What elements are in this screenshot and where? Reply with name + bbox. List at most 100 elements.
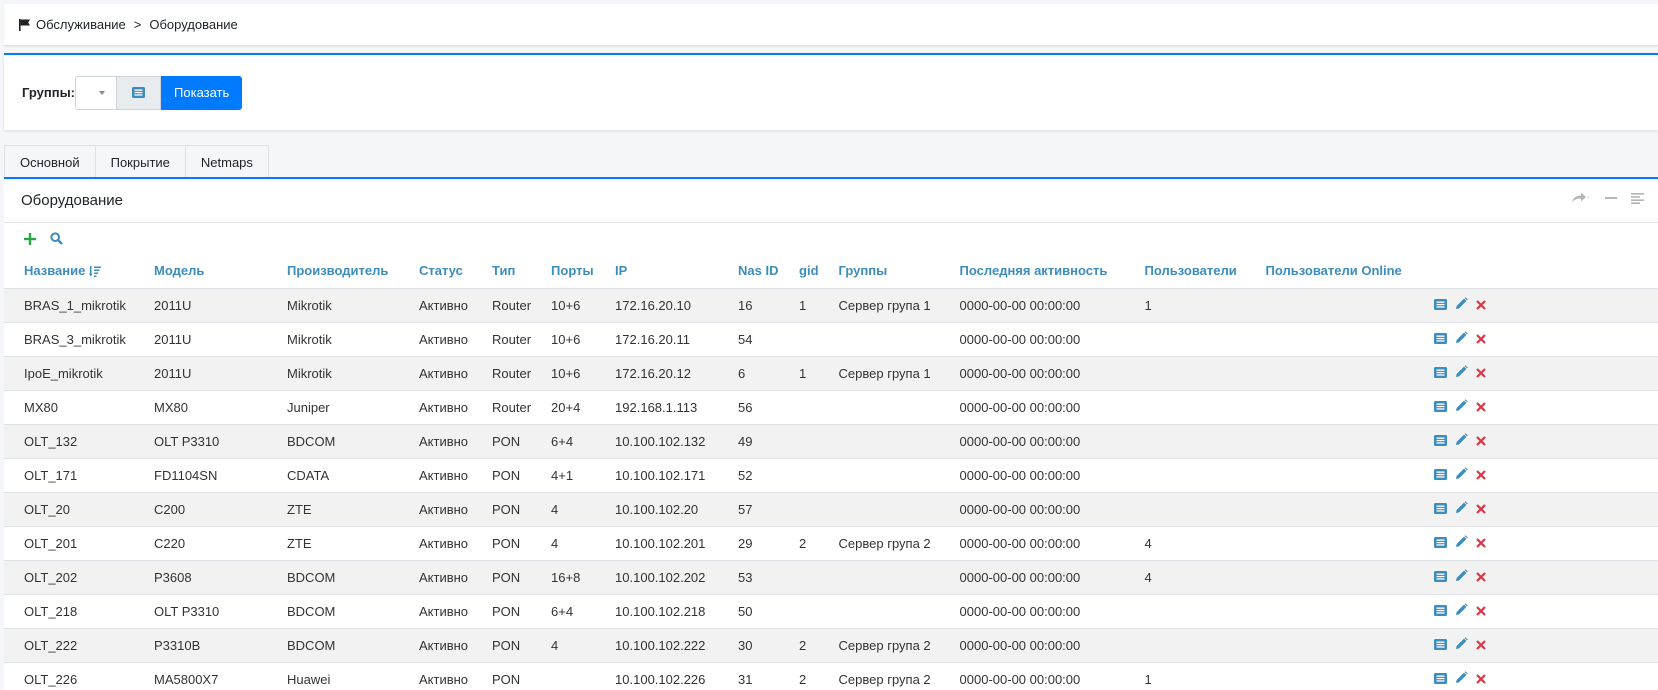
pencil-icon[interactable] xyxy=(1455,637,1468,653)
cell-manufacturer: BDCOM xyxy=(267,423,399,458)
pencil-icon[interactable] xyxy=(1455,671,1468,687)
list-icon[interactable] xyxy=(1433,366,1447,381)
list-icon[interactable] xyxy=(1433,400,1447,415)
pencil-icon[interactable] xyxy=(1455,501,1468,517)
close-icon[interactable] xyxy=(1475,366,1486,381)
list-icon[interactable] xyxy=(1433,638,1447,653)
table-row[interactable]: OLT_171 FD1104SN CDATA Активно PON 4+1 10.100.… xyxy=(4,457,1658,492)
breadcrumb-item-service[interactable]: Обслуживание xyxy=(36,17,126,32)
minus-icon[interactable] xyxy=(1605,192,1617,204)
cell-name: OLT_132 xyxy=(4,423,134,458)
cell-ip: 10.100.102.218 xyxy=(595,593,719,628)
list-icon[interactable] xyxy=(1433,434,1447,449)
column-header-type[interactable]: Тип xyxy=(472,254,532,289)
pencil-icon[interactable] xyxy=(1455,467,1468,483)
table-row[interactable]: BRAS_1_mikrotik 2011U Mikrotik Активно Route… xyxy=(4,287,1658,322)
pencil-icon[interactable] xyxy=(1455,365,1468,381)
close-icon[interactable] xyxy=(1475,298,1486,313)
table-row[interactable]: IpoE_mikrotik 2011U Mikrotik Активно Router 1… xyxy=(4,355,1658,390)
cell-model: P3608 xyxy=(134,559,267,594)
column-header-name[interactable]: Название xyxy=(4,254,134,289)
pencil-icon[interactable] xyxy=(1455,603,1468,619)
cell-manufacturer: ZTE xyxy=(267,525,399,560)
column-header-nas-id[interactable]: Nas ID xyxy=(718,254,780,289)
column-header-groups[interactable]: Группы xyxy=(818,254,940,289)
table-row[interactable]: OLT_226 MA5800X7 Huawei Активно PON 10.100.10… xyxy=(4,661,1658,690)
cell-gid xyxy=(779,423,819,458)
cell-status: Активно xyxy=(399,593,472,628)
cell-last-activity: 0000-00-00 00:00:00 xyxy=(939,593,1125,628)
pencil-icon[interactable] xyxy=(1455,433,1468,449)
cell-ports: 16+8 xyxy=(531,559,596,594)
close-icon[interactable] xyxy=(1475,434,1486,449)
table-row[interactable]: OLT_201 C220 ZTE Активно PON 4 10.100.102.201 2… xyxy=(4,525,1658,560)
cell-model: OLT P3310 xyxy=(134,593,267,628)
tab-main[interactable]: Основной xyxy=(4,145,96,179)
groups-list-button[interactable] xyxy=(117,75,162,110)
table-row[interactable]: MX80 MX80 Juniper Активно Router 20+4 192.168.… xyxy=(4,389,1658,424)
cell-groups xyxy=(818,389,940,424)
cell-ports xyxy=(531,661,596,690)
close-icon[interactable] xyxy=(1475,536,1486,551)
menu-icon[interactable] xyxy=(1631,192,1644,204)
column-header-model[interactable]: Модель xyxy=(134,254,267,289)
table-row[interactable]: OLT_202 P3608 BDCOM Активно PON 16+8 10.100.10… xyxy=(4,559,1658,594)
column-header-last-activity[interactable]: Последняя активность xyxy=(939,254,1125,289)
cell-gid: 1 xyxy=(779,355,819,390)
cell-type: Router xyxy=(472,321,532,356)
close-icon[interactable] xyxy=(1475,400,1486,415)
column-header-ports[interactable]: Порты xyxy=(531,254,596,289)
share-icon[interactable] xyxy=(1571,192,1591,204)
table-row[interactable]: BRAS_3_mikrotik 2011U Mikrotik Активно Route… xyxy=(4,321,1658,356)
pencil-icon[interactable] xyxy=(1455,331,1468,347)
close-icon[interactable] xyxy=(1475,468,1486,483)
cell-users: 4 xyxy=(1124,559,1246,594)
groups-select[interactable] xyxy=(75,75,118,110)
cell-status: Активно xyxy=(399,627,472,662)
cell-groups xyxy=(818,593,940,628)
cell-type: PON xyxy=(472,559,532,594)
pencil-icon[interactable] xyxy=(1455,569,1468,585)
list-icon[interactable] xyxy=(1433,672,1447,687)
cell-last-activity: 0000-00-00 00:00:00 xyxy=(939,491,1125,526)
close-icon[interactable] xyxy=(1475,502,1486,517)
close-icon[interactable] xyxy=(1475,332,1486,347)
list-icon[interactable] xyxy=(1433,570,1447,585)
show-button[interactable]: Показать xyxy=(161,75,243,110)
cell-nas-id: 30 xyxy=(718,627,780,662)
close-icon[interactable] xyxy=(1475,570,1486,585)
table-row[interactable]: OLT_218 OLT P3310 BDCOM Активно PON 6+4 10.100… xyxy=(4,593,1658,628)
column-header-manufacturer[interactable]: Производитель xyxy=(267,254,399,289)
plus-icon[interactable] xyxy=(24,232,36,245)
close-icon[interactable] xyxy=(1475,604,1486,619)
column-header-ip[interactable]: IP xyxy=(595,254,719,289)
list-icon[interactable] xyxy=(1433,298,1447,313)
column-header-users[interactable]: Пользователи xyxy=(1124,254,1246,289)
column-header-status[interactable]: Статус xyxy=(399,254,472,289)
column-header-users-online[interactable]: Пользователи Online xyxy=(1245,254,1414,289)
cell-last-activity: 0000-00-00 00:00:00 xyxy=(939,627,1125,662)
cell-model: C200 xyxy=(134,491,267,526)
list-icon[interactable] xyxy=(1433,502,1447,517)
list-icon[interactable] xyxy=(1433,536,1447,551)
pencil-icon[interactable] xyxy=(1455,297,1468,313)
column-header-gid[interactable]: gid xyxy=(779,254,819,289)
list-icon[interactable] xyxy=(1433,604,1447,619)
table-row[interactable]: OLT_20 C200 ZTE Активно PON 4 10.100.102.20 57 0… xyxy=(4,491,1658,526)
search-icon[interactable] xyxy=(50,232,63,245)
tab-netmaps[interactable]: Netmaps xyxy=(184,145,269,179)
table-row[interactable]: OLT_222 P3310B BDCOM Активно PON 4 10.100.102.… xyxy=(4,627,1658,662)
tab-coverage[interactable]: Покрытие xyxy=(94,145,186,179)
list-icon[interactable] xyxy=(1433,468,1447,483)
cell-manufacturer: BDCOM xyxy=(267,627,399,662)
close-icon[interactable] xyxy=(1475,672,1486,687)
cell-name: OLT_222 xyxy=(4,627,134,662)
close-icon[interactable] xyxy=(1475,638,1486,653)
table-row[interactable]: OLT_132 OLT P3310 BDCOM Активно PON 6+4 10.100… xyxy=(4,423,1658,458)
cell-users: 4 xyxy=(1124,525,1246,560)
pencil-icon[interactable] xyxy=(1455,535,1468,551)
cell-last-activity: 0000-00-00 00:00:00 xyxy=(939,423,1125,458)
cell-model: OLT P3310 xyxy=(134,423,267,458)
list-icon[interactable] xyxy=(1433,332,1447,347)
pencil-icon[interactable] xyxy=(1455,399,1468,415)
